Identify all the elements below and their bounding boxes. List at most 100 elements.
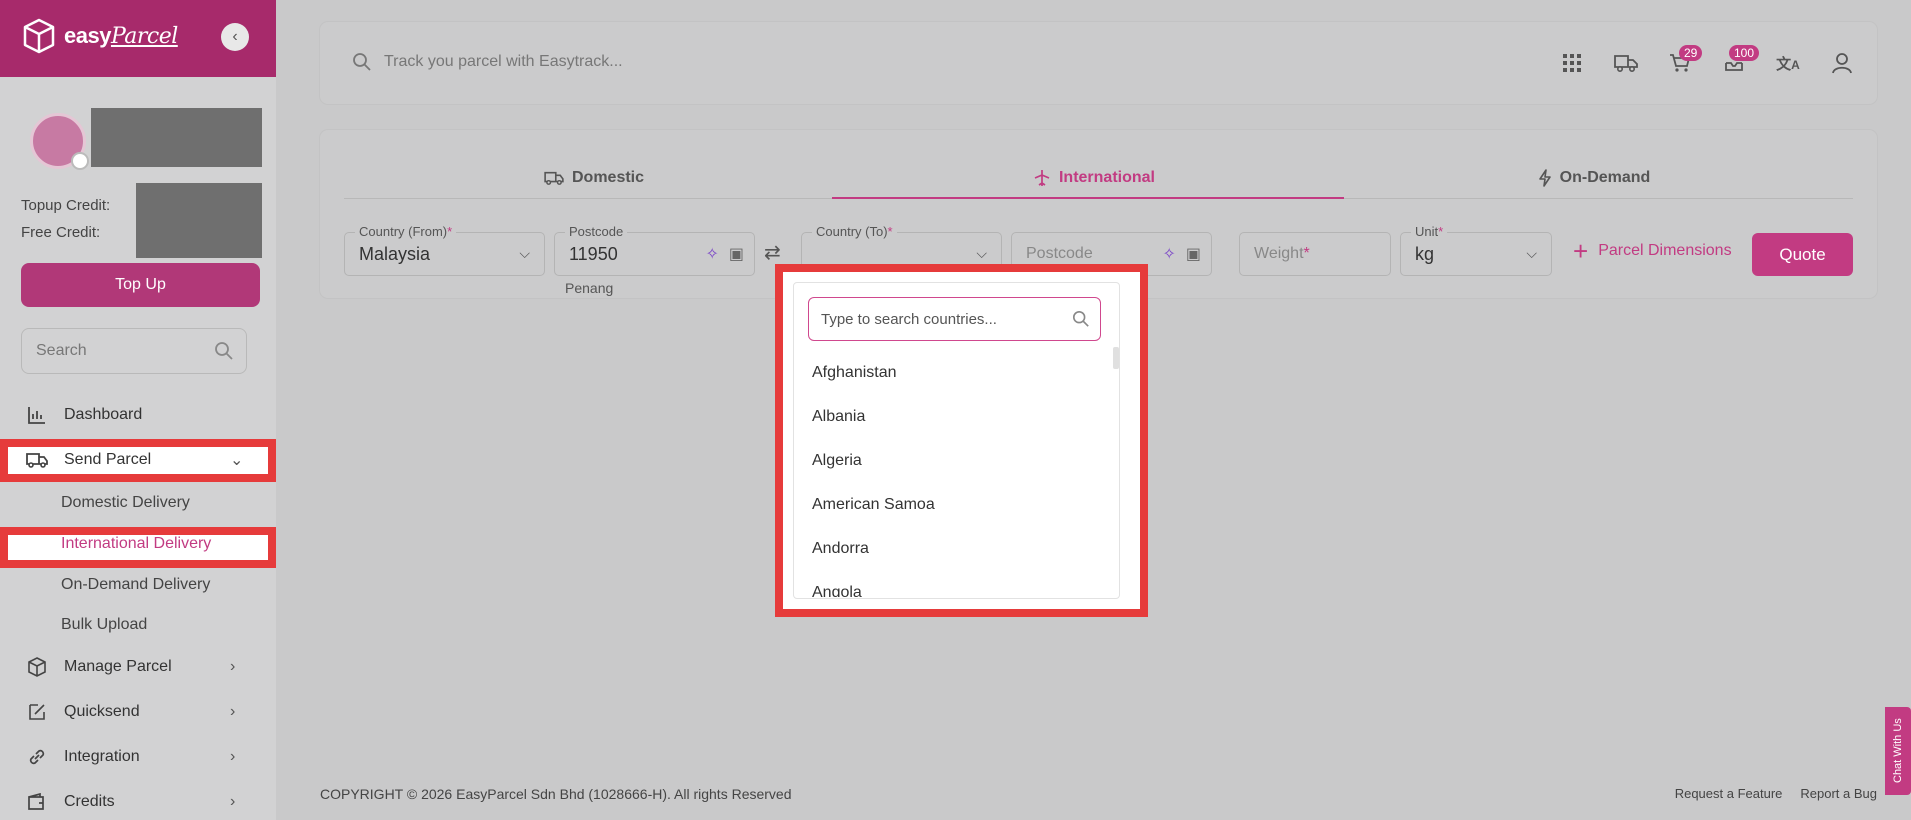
sidebar-item-quicksend[interactable]: Quicksend ›	[0, 692, 276, 732]
weight-placeholder: Weight*	[1254, 245, 1310, 262]
tab-label: On-Demand	[1559, 169, 1651, 186]
logo[interactable]: easyParcel	[22, 18, 178, 54]
sidebar-item-label: Manage Parcel	[64, 658, 172, 675]
collapse-sidebar-button[interactable]: ‹	[221, 23, 249, 51]
postcode-from-field[interactable]: Postcode 11950 ✧ ▣	[554, 224, 755, 276]
sidebar-item-integration[interactable]: Integration ›	[0, 737, 276, 777]
sidebar-item-label: Send Parcel	[64, 451, 152, 468]
chart-icon	[26, 404, 48, 426]
field-label: Country (From)*	[355, 224, 457, 239]
chevron-right-icon: ›	[230, 703, 236, 720]
flag-icon	[71, 152, 89, 170]
top-bar-icons: 29 100 文A	[1545, 22, 1877, 104]
request-feature-link[interactable]: Request a Feature	[1675, 786, 1783, 801]
box-icon	[26, 656, 48, 678]
plane-icon	[1034, 170, 1050, 186]
country-list: Afghanistan Albania Algeria American Sam…	[794, 351, 1121, 597]
sidebar-search-input[interactable]: Search	[21, 328, 247, 374]
country-option[interactable]: Angola	[794, 571, 1121, 597]
box-logo-icon	[23, 18, 55, 54]
truck-icon[interactable]	[1599, 43, 1653, 83]
quote-button[interactable]: Quote	[1752, 233, 1853, 276]
lightning-icon	[1538, 169, 1551, 187]
redacted-credits	[136, 183, 262, 258]
translate-icon[interactable]: 文A	[1761, 43, 1815, 83]
plus-icon: +	[1573, 236, 1589, 266]
avatar[interactable]	[30, 113, 89, 170]
field-label: Country (To)*	[812, 224, 897, 239]
address-book-icon[interactable]: ▣	[1186, 244, 1201, 264]
user-icon[interactable]	[1815, 43, 1869, 83]
truck-icon	[26, 449, 48, 471]
chevron-right-icon: ›	[230, 748, 236, 765]
top-up-button[interactable]: Top Up	[21, 263, 260, 307]
country-option[interactable]: Andorra	[794, 527, 1121, 571]
country-option[interactable]: Afghanistan	[794, 351, 1121, 395]
sidebar-item-credits[interactable]: Credits ›	[0, 782, 276, 820]
track-placeholder: Track you parcel with Easytrack...	[384, 53, 623, 70]
tab-international[interactable]: International	[844, 158, 1344, 198]
unit-select[interactable]: Unit* kg ⌵	[1400, 224, 1552, 276]
parcel-dimensions-link[interactable]: + Parcel Dimensions	[1573, 236, 1732, 266]
report-bug-link[interactable]: Report a Bug	[1800, 786, 1877, 801]
chevron-down-icon: ⌵	[519, 245, 530, 261]
sidebar-subitem-domestic-delivery[interactable]: Domestic Delivery	[61, 494, 190, 512]
chevron-right-icon: ›	[230, 658, 236, 675]
sidebar-item-manage-parcel[interactable]: Manage Parcel ›	[0, 647, 276, 687]
unit-value: kg	[1415, 244, 1435, 264]
postcode-icons: ✧ ▣	[705, 244, 744, 264]
free-credit-label: Free Credit:	[21, 224, 101, 241]
sidebar-item-send-parcel[interactable]: Send Parcel ⌄	[0, 440, 276, 480]
swap-icon[interactable]: ⇄	[764, 240, 781, 265]
search-icon	[1072, 310, 1089, 327]
search-icon	[353, 53, 371, 71]
notifications-icon[interactable]: 100	[1707, 43, 1761, 83]
track-parcel-input[interactable]: Track you parcel with Easytrack...	[352, 52, 623, 72]
redacted-username	[91, 108, 262, 167]
chevron-down-icon: ⌵	[976, 245, 987, 261]
apps-grid-icon[interactable]	[1545, 43, 1599, 83]
highlight-country-dropdown: Afghanistan Albania Algeria American Sam…	[775, 264, 1148, 617]
country-option[interactable]: Albania	[794, 395, 1121, 439]
chevron-down-icon: ⌄	[230, 452, 244, 469]
country-search-field[interactable]	[808, 297, 1101, 341]
sidebar-subitem-on-demand-delivery[interactable]: On-Demand Delivery	[61, 576, 210, 594]
top-bar: Track you parcel with Easytrack... 29 10…	[320, 22, 1877, 104]
edit-icon	[26, 701, 48, 723]
sidebar-item-label: Quicksend	[64, 703, 140, 720]
sparkle-icon[interactable]: ✧	[1162, 244, 1175, 264]
parcel-dimensions-label: Parcel Dimensions	[1598, 242, 1732, 259]
dropdown-scrollbar[interactable]	[1113, 347, 1119, 369]
tab-label: Domestic	[571, 169, 645, 186]
sidebar-item-dashboard[interactable]: Dashboard	[0, 395, 276, 435]
copyright: COPYRIGHT © 2026 EasyParcel Sdn Bhd (102…	[320, 786, 792, 802]
sidebar-subitem-bulk-upload[interactable]: Bulk Upload	[61, 616, 147, 634]
field-label: Unit*	[1411, 224, 1448, 239]
country-option[interactable]: American Samoa	[794, 483, 1121, 527]
search-icon	[215, 342, 233, 360]
country-from-value: Malaysia	[359, 244, 431, 264]
footer-links: Request a Feature Report a Bug	[1675, 786, 1877, 801]
postcode-from-value: 11950	[569, 244, 618, 264]
country-option[interactable]: Algeria	[794, 439, 1121, 483]
sidebar-header: easyParcel ‹	[0, 0, 276, 77]
postcode-to-placeholder: Postcode	[1026, 245, 1093, 262]
sidebar-search-placeholder: Search	[36, 342, 87, 359]
weight-field[interactable]: Weight*	[1239, 232, 1391, 276]
address-book-icon[interactable]: ▣	[729, 244, 744, 264]
chevron-left-icon: ‹	[232, 28, 238, 45]
country-from-select[interactable]: Country (From)* Malaysia ⌵	[344, 224, 545, 276]
cart-count-badge: 29	[1679, 45, 1703, 61]
logo-text: easyParcel	[64, 23, 178, 49]
tab-on-demand[interactable]: On-Demand	[1344, 158, 1844, 198]
field-label: Postcode	[565, 224, 628, 239]
sidebar-item-label: Integration	[64, 748, 140, 765]
cart-icon[interactable]: 29	[1653, 43, 1707, 83]
postcode-hint: Penang	[565, 280, 614, 296]
chat-with-us-button[interactable]: Chat With Us	[1885, 707, 1911, 795]
sidebar-subitem-international-delivery[interactable]: International Delivery	[61, 535, 211, 553]
sparkle-icon[interactable]: ✧	[705, 244, 718, 264]
country-search-input[interactable]	[821, 310, 1051, 328]
notifications-count-badge: 100	[1729, 45, 1760, 61]
tab-domestic[interactable]: Domestic	[344, 158, 844, 198]
